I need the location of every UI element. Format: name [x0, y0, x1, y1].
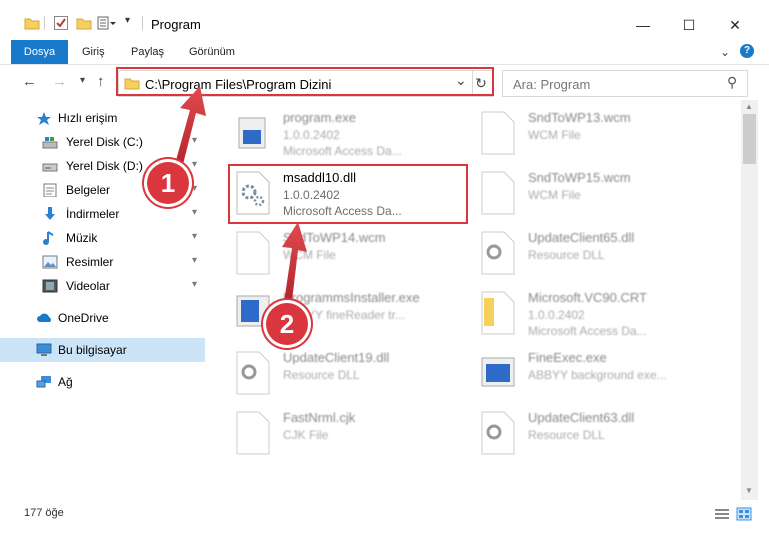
vertical-scrollbar[interactable]: ▲ ▼	[741, 100, 758, 500]
details-view-icon[interactable]	[714, 508, 730, 523]
step-badge-1: 1	[147, 162, 189, 204]
item-count: 177 öğe	[24, 507, 64, 519]
annotation-overlay	[170, 86, 307, 318]
scroll-down-arrow[interactable]: ▼	[745, 486, 753, 495]
scroll-up-arrow[interactable]: ▲	[745, 102, 753, 111]
large-icons-view-icon[interactable]	[736, 507, 752, 524]
step-badge-2: 2	[266, 303, 308, 345]
status-bar: 177 öğe	[0, 500, 769, 538]
scrollbar-thumb[interactable]	[743, 114, 756, 164]
